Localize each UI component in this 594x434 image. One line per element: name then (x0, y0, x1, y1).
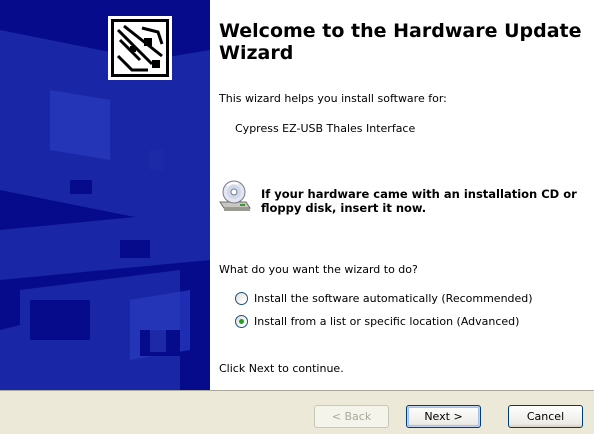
back-button[interactable]: < Back (314, 405, 389, 428)
cd-insert-message: If your hardware came with an installati… (261, 187, 577, 215)
page-title: Welcome to the Hardware Update Wizard (219, 20, 582, 64)
button-bar: < Back Next > Cancel (0, 390, 594, 434)
banner-pattern (0, 0, 210, 390)
cancel-button[interactable]: Cancel (508, 405, 583, 428)
device-name: Cypress EZ-USB Thales Interface (235, 122, 416, 135)
cd-drive-icon (216, 178, 252, 214)
hardware-card-icon (108, 16, 172, 80)
radio-button[interactable] (235, 291, 248, 305)
continue-text: Click Next to continue. (219, 362, 344, 375)
hardware-update-wizard: Welcome to the Hardware Update Wizard Th… (0, 0, 594, 434)
radio-button-selected[interactable] (235, 314, 248, 328)
option-install-from-list[interactable]: Install from a list or specific location… (235, 313, 519, 329)
intro-text: This wizard helps you install software f… (219, 92, 447, 105)
option-label: Install from a list or specific location… (254, 314, 520, 328)
next-button[interactable]: Next > (406, 405, 481, 428)
option-install-automatically[interactable]: Install the software automatically (Reco… (235, 290, 533, 306)
wizard-content: Welcome to the Hardware Update Wizard Th… (210, 0, 594, 390)
option-label: Install the software automatically (Reco… (254, 291, 533, 305)
wizard-side-banner (0, 0, 210, 390)
question-text: What do you want the wizard to do? (219, 263, 418, 276)
